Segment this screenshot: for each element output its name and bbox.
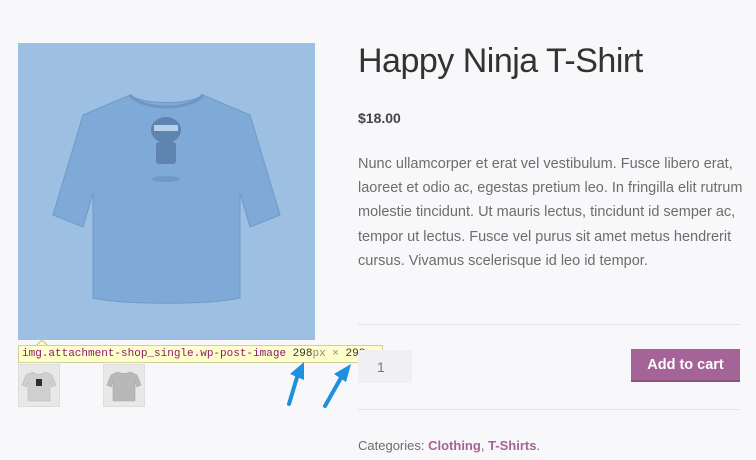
product-price: $18.00: [358, 110, 401, 126]
category-link-tshirts[interactable]: T-Shirts: [488, 438, 536, 453]
tshirt-back-thumb-icon: [106, 371, 142, 402]
divider-bottom: [358, 409, 740, 410]
product-title: Happy Ninja T-Shirt: [358, 42, 643, 80]
category-link-clothing[interactable]: Clothing: [428, 438, 481, 453]
product-categories: Categories: Clothing, T-Shirts.: [358, 438, 540, 453]
product-main-image[interactable]: [18, 43, 315, 340]
thumbnail-back[interactable]: [103, 364, 145, 407]
arrow-width-icon: [287, 372, 300, 406]
tshirt-front-thumb-icon: [21, 371, 57, 402]
product-description: Nunc ullamcorper et erat vel vestibulum.…: [358, 156, 743, 269]
category-separator: ,: [480, 438, 489, 453]
thumbnail-front[interactable]: [18, 364, 60, 407]
divider-top: [358, 324, 740, 325]
arrow-height-icon: [323, 374, 344, 408]
annotation-arrows: [287, 362, 351, 408]
tshirt-image: [52, 93, 281, 304]
quantity-input[interactable]: [358, 350, 412, 383]
categories-end: .: [536, 438, 541, 453]
add-to-cart-button[interactable]: Add to cart: [631, 349, 740, 382]
tooltip-selector: img.attachment-shop_single.wp-post-image: [22, 348, 287, 360]
categories-label: Categories:: [358, 438, 425, 453]
